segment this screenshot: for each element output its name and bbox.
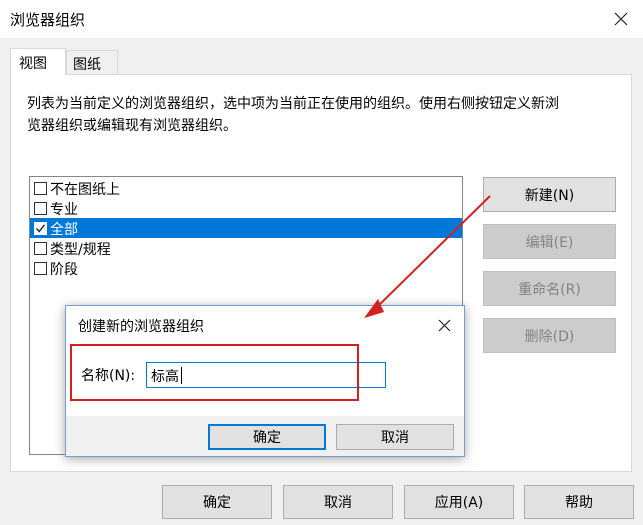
list-item-label: 全部 <box>50 222 78 238</box>
dialog-title: 创建新的浏览器组织 <box>78 319 204 335</box>
list-item[interactable]: 专业 <box>30 198 462 218</box>
description-line-2: 览器组织或编辑现有浏览器组织。 <box>27 118 237 134</box>
dialog-body: 名称(N): 标高 <box>66 344 464 416</box>
new-button[interactable]: 新建(N) <box>483 177 616 212</box>
close-icon <box>438 319 450 331</box>
checkbox-checked[interactable] <box>34 222 47 235</box>
list-item-label: 类型/规程 <box>50 242 111 258</box>
dialog-cancel-button[interactable]: 取消 <box>336 424 454 450</box>
cancel-button[interactable]: 取消 <box>283 485 393 519</box>
list-item-label: 专业 <box>50 202 78 218</box>
checkbox[interactable] <box>34 202 47 215</box>
window-title: 浏览器组织 <box>10 11 86 29</box>
tab-view[interactable]: 视图 <box>10 48 66 75</box>
dialog-footer: 确定 取消 <box>66 416 464 456</box>
title-bar: 浏览器组织 <box>0 0 643 38</box>
list-item[interactable]: 不在图纸上 <box>30 178 462 198</box>
apply-button[interactable]: 应用(A) <box>404 485 514 519</box>
checkbox[interactable] <box>34 182 47 195</box>
delete-button[interactable]: 删除(D) <box>483 318 616 353</box>
list-item-label: 不在图纸上 <box>50 182 120 198</box>
ok-button[interactable]: 确定 <box>162 485 272 519</box>
name-field[interactable]: 标高 <box>146 362 386 388</box>
checkbox[interactable] <box>34 262 47 275</box>
name-label: 名称(N): <box>81 368 136 384</box>
edit-button[interactable]: 编辑(E) <box>483 224 616 259</box>
close-icon <box>614 12 628 26</box>
dialog-ok-button[interactable]: 确定 <box>208 424 326 450</box>
list-item[interactable]: 阶段 <box>30 258 462 278</box>
dialog-close-button[interactable] <box>430 312 458 338</box>
list-item[interactable]: 类型/规程 <box>30 238 462 258</box>
help-button[interactable]: 帮助 <box>524 485 634 519</box>
create-organization-dialog: 创建新的浏览器组织 名称(N): 标高 确定 取消 <box>65 305 465 457</box>
close-button[interactable] <box>606 5 636 33</box>
tab-sheet-label: 图纸 <box>73 57 101 73</box>
tab-view-label: 视图 <box>19 56 47 72</box>
tab-sheet[interactable]: 图纸 <box>66 50 118 75</box>
checkbox[interactable] <box>34 242 47 255</box>
rename-button[interactable]: 重命名(R) <box>483 271 616 306</box>
name-field-value: 标高 <box>151 369 179 385</box>
description-text: 列表为当前定义的浏览器组织，选中项为当前正在使用的组织。使用右侧按钮定义新浏 览… <box>27 93 627 137</box>
text-cursor <box>181 367 182 384</box>
description-line-1: 列表为当前定义的浏览器组织，选中项为当前正在使用的组织。使用右侧按钮定义新浏 <box>27 96 559 112</box>
list-item-selected[interactable]: 全部 <box>30 218 462 238</box>
list-item-label: 阶段 <box>50 262 78 278</box>
checkmark-icon <box>35 224 46 233</box>
